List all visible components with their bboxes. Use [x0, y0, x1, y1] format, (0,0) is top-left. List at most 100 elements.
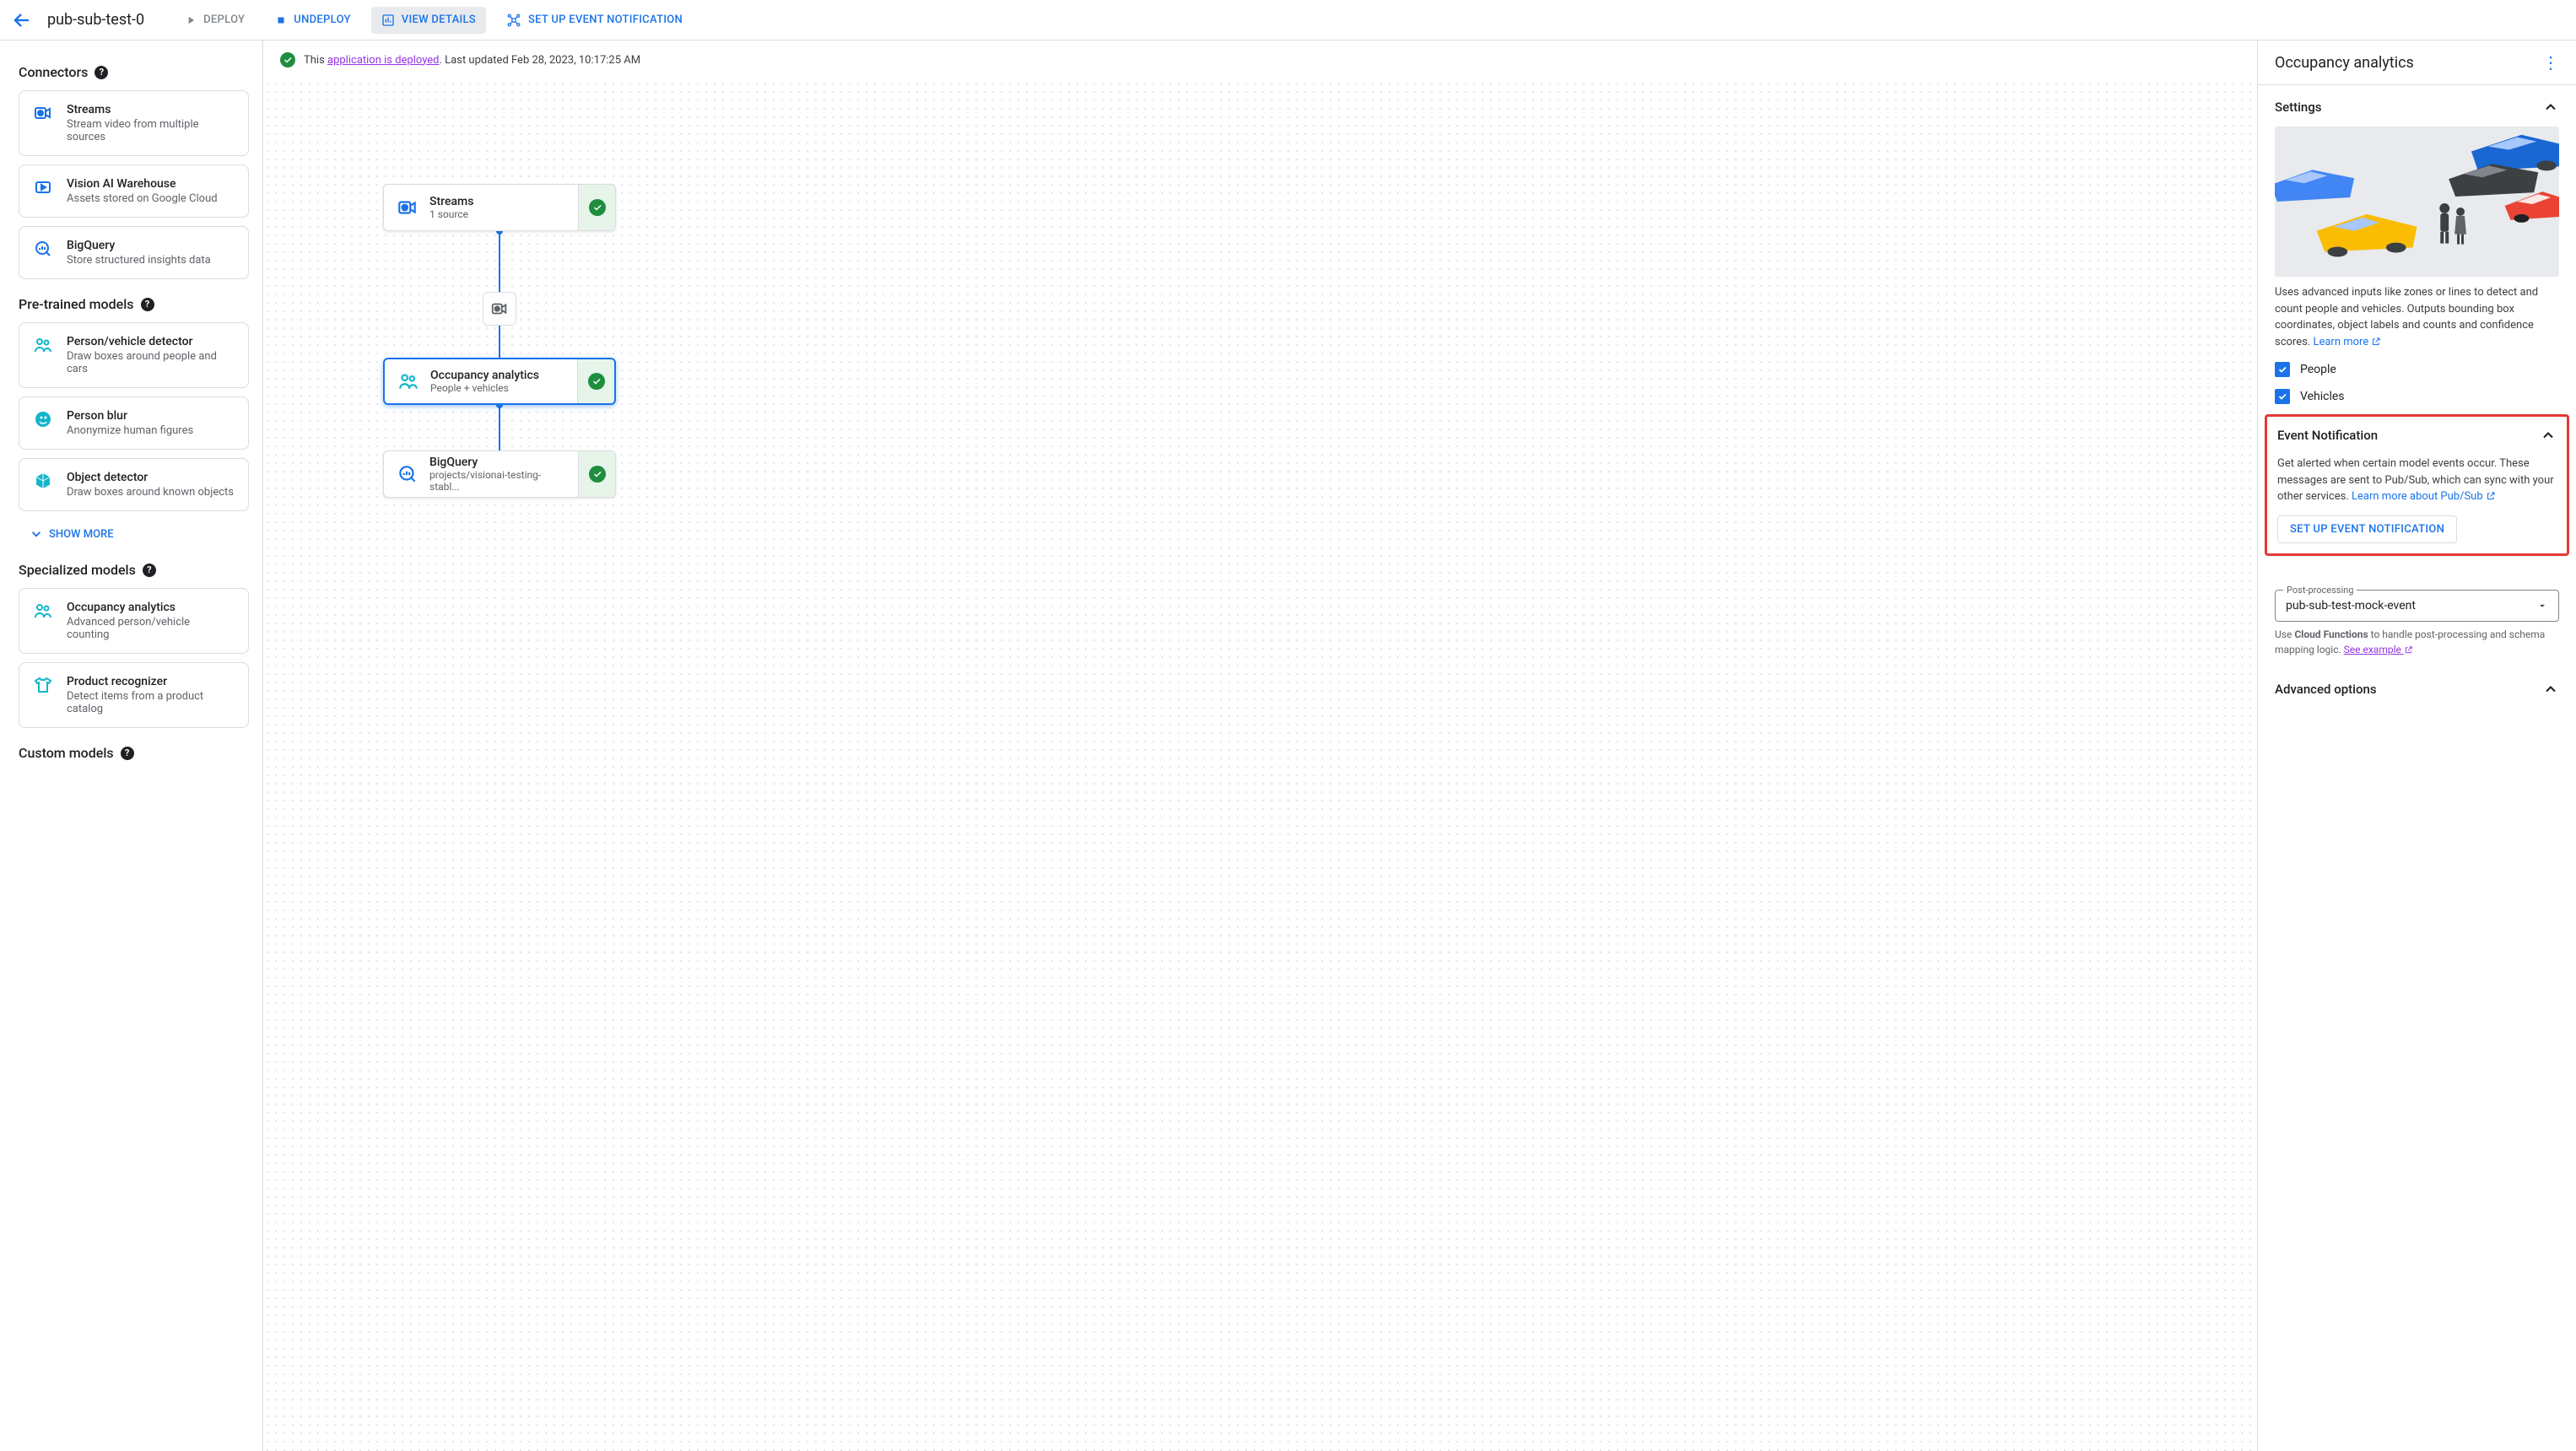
settings-toggle[interactable]: Settings [2275, 95, 2559, 119]
specialized-occupancy[interactable]: Occupancy analytics Advanced person/vehi… [19, 588, 249, 654]
people-icon [33, 335, 53, 355]
header-bar: pub-sub-test-0 DEPLOY UNDEPLOY VIEW DETA… [0, 0, 2576, 40]
node-occupancy-analytics[interactable]: Occupancy analytics People + vehicles [383, 358, 616, 405]
more-menu-button[interactable]: ⋮ [2542, 52, 2559, 73]
event-description: Get alerted when certain model events oc… [2277, 456, 2557, 505]
status-check-icon [280, 52, 295, 67]
pubsub-link[interactable]: Learn more about Pub/Sub [2352, 490, 2496, 503]
details-panel: Occupancy analytics ⋮ Settings [2257, 40, 2576, 1451]
connector-bigquery[interactable]: BigQuery Store structured insights data [19, 226, 249, 279]
bigquery-icon [33, 239, 53, 259]
card-subtitle: Draw boxes around people and cars [67, 350, 235, 375]
pretrained-person-vehicle[interactable]: Person/vehicle detector Draw boxes aroun… [19, 322, 249, 388]
back-button[interactable] [7, 5, 37, 35]
undeploy-label: UNDEPLOY [294, 13, 351, 26]
people-checkbox-row[interactable]: People [2275, 362, 2559, 377]
streams-icon [396, 196, 419, 219]
check-icon [589, 466, 606, 483]
event-heading: Event Notification [2277, 428, 2378, 443]
node-status [578, 185, 615, 230]
node-subtitle: projects/visionai-testing-stabl... [429, 469, 566, 493]
connector-streams[interactable]: Streams Stream video from multiple sourc… [19, 90, 249, 156]
node-title: Streams [429, 195, 473, 208]
card-title: Occupancy analytics [67, 601, 235, 614]
custom-heading: Custom models ? [19, 745, 249, 761]
node-bigquery[interactable]: BigQuery projects/visionai-testing-stabl… [383, 450, 616, 498]
help-icon[interactable]: ? [141, 298, 154, 311]
people-icon [33, 601, 53, 621]
card-title: BigQuery [67, 239, 211, 252]
learn-more-link[interactable]: Learn more [2313, 336, 2381, 348]
card-title: Object detector [67, 471, 234, 484]
dropdown-arrow-icon [2536, 600, 2548, 612]
advanced-toggle[interactable]: Advanced options [2275, 677, 2559, 701]
node-subtitle: People + vehicles [430, 382, 539, 394]
settings-description: Uses advanced inputs like zones or lines… [2275, 284, 2559, 350]
node-subtitle: 1 source [429, 208, 473, 220]
set-up-event-button[interactable]: SET UP EVENT NOTIFICATION [496, 6, 693, 35]
deploy-button[interactable]: DEPLOY [175, 7, 255, 33]
node-streams[interactable]: Streams 1 source [383, 184, 616, 231]
card-subtitle: Assets stored on Google Cloud [67, 192, 218, 205]
card-subtitle: Advanced person/vehicle counting [67, 616, 235, 641]
panel-header: Occupancy analytics ⋮ [2258, 40, 2576, 85]
people-icon [397, 369, 420, 393]
app-title: pub-sub-test-0 [47, 11, 144, 29]
check-icon [589, 199, 606, 216]
help-icon[interactable]: ? [143, 564, 156, 577]
deployed-link[interactable]: application is deployed [327, 54, 440, 67]
postprocessing-hint: Use Cloud Functions to handle post-proce… [2275, 627, 2559, 657]
checkbox-checked-icon [2275, 389, 2290, 404]
advanced-section: Advanced options [2258, 667, 2576, 711]
node-status [578, 451, 615, 497]
streams-icon [33, 103, 53, 123]
card-title: Product recognizer [67, 675, 235, 688]
check-icon [588, 373, 605, 390]
event-toggle[interactable]: Event Notification [2277, 423, 2557, 447]
node-title: Occupancy analytics [430, 369, 539, 382]
advanced-heading: Advanced options [2275, 682, 2377, 697]
people-label: People [2300, 363, 2336, 376]
card-title: Person/vehicle detector [67, 335, 235, 348]
chevron-up-icon [2542, 681, 2559, 698]
card-subtitle: Detect items from a product catalog [67, 690, 235, 715]
help-icon[interactable]: ? [95, 66, 108, 79]
pretrained-heading: Pre-trained models ? [19, 296, 249, 312]
bigquery-icon [396, 462, 419, 486]
see-example-link[interactable]: See example [2344, 644, 2413, 655]
card-title: Person blur [67, 409, 193, 423]
graph-canvas[interactable]: Streams 1 source Occupancy [263, 79, 2257, 1451]
shirt-icon [33, 675, 53, 695]
show-more-button[interactable]: SHOW MORE [19, 520, 249, 548]
deploy-label: DEPLOY [203, 13, 245, 26]
blur-icon [33, 409, 53, 429]
event-notification-highlight: Event Notification Get alerted when cert… [2265, 414, 2569, 556]
pretrained-object-detector[interactable]: Object detector Draw boxes around known … [19, 458, 249, 511]
object-icon [33, 471, 53, 491]
illustration [2275, 126, 2559, 278]
post-processing-section: Post-processing pub-sub-test-mock-event … [2258, 563, 2576, 667]
warehouse-icon [33, 177, 53, 197]
card-title: Streams [67, 103, 235, 116]
connectors-heading: Connectors ? [19, 64, 249, 80]
specialized-product-recognizer[interactable]: Product recognizer Detect items from a p… [19, 662, 249, 728]
canvas-area: This application is deployed. Last updat… [263, 40, 2257, 1451]
select-value: pub-sub-test-mock-event [2286, 599, 2416, 612]
set-up-event-label: SET UP EVENT NOTIFICATION [528, 13, 683, 26]
status-bar: This application is deployed. Last updat… [263, 40, 2257, 79]
view-details-label: VIEW DETAILS [402, 13, 476, 26]
chevron-up-icon [2540, 427, 2557, 444]
help-icon[interactable]: ? [121, 747, 134, 760]
pretrained-person-blur[interactable]: Person blur Anonymize human figures [19, 396, 249, 450]
setup-event-notification-button[interactable]: SET UP EVENT NOTIFICATION [2277, 515, 2457, 543]
camera-node[interactable] [483, 292, 516, 326]
undeploy-button[interactable]: UNDEPLOY [265, 7, 361, 33]
vehicles-checkbox-row[interactable]: Vehicles [2275, 389, 2559, 404]
sidebar: Connectors ? Streams Stream video from m… [0, 40, 263, 1451]
vehicles-label: Vehicles [2300, 390, 2345, 403]
card-subtitle: Draw boxes around known objects [67, 486, 234, 499]
view-details-button[interactable]: VIEW DETAILS [371, 7, 486, 34]
connector-warehouse[interactable]: Vision AI Warehouse Assets stored on Goo… [19, 165, 249, 218]
checkbox-checked-icon [2275, 362, 2290, 377]
postprocessing-label: Post-processing [2283, 585, 2357, 596]
